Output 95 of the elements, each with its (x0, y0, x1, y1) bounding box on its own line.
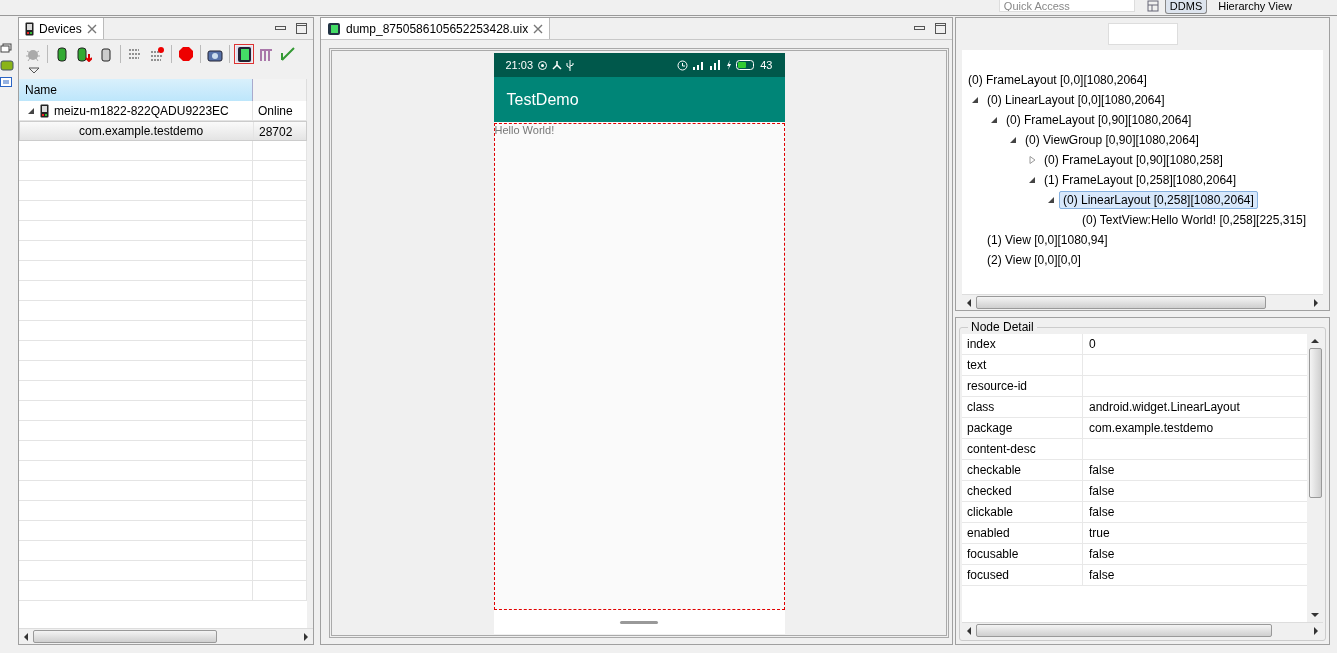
property-value: false (1088, 504, 1116, 521)
group-title: Node Detail (968, 320, 1037, 334)
horizontal-scrollbar[interactable] (19, 628, 313, 644)
trash-icon[interactable] (98, 46, 114, 62)
home-handle[interactable] (620, 620, 658, 624)
property-value: false (1088, 483, 1116, 500)
device-name: com.example.testdemo (79, 124, 204, 138)
check-icon[interactable] (280, 46, 296, 62)
table-cell: Online (253, 101, 307, 120)
alarm-icon (677, 59, 689, 71)
robot-icon[interactable] (0, 59, 14, 71)
property-name: text (962, 355, 1083, 375)
hotspot-icon (537, 59, 549, 71)
screen-dump-icon (327, 21, 341, 36)
close-icon[interactable] (533, 23, 544, 34)
property-name: class (962, 397, 1083, 417)
maximize-icon[interactable] (296, 23, 307, 34)
property-name: index (962, 334, 1083, 354)
cylinder-icon[interactable] (54, 46, 70, 62)
expand-icon[interactable] (1028, 176, 1036, 184)
left-arrow-icon[interactable] (966, 298, 972, 307)
property-value: 0 (1088, 336, 1097, 353)
tree-node[interactable]: (0) FrameLayout [0,0][1080,2064] (964, 71, 1151, 89)
charging-icon (726, 60, 733, 70)
phone-icon (40, 103, 49, 118)
right-arrow-icon[interactable] (303, 632, 309, 641)
expand-icon[interactable] (971, 96, 979, 104)
right-arrow-icon[interactable] (1313, 298, 1319, 307)
device-screen-icon[interactable] (236, 46, 252, 62)
search-field[interactable]: Quick Access (998, 0, 1135, 12)
property-value: false (1088, 546, 1116, 563)
perspective-button[interactable]: Hierarchy View (1213, 0, 1297, 14)
expand-icon[interactable] (1047, 196, 1055, 204)
property-value: false (1088, 462, 1116, 479)
layout-icon[interactable] (1146, 0, 1159, 12)
property-value: com.example.testdemo (1088, 420, 1215, 437)
horizontal-scrollbar[interactable] (962, 622, 1323, 638)
collapse-icon[interactable] (1028, 156, 1036, 164)
panel-tab[interactable]: dump_8750586105652253428.uix (321, 18, 551, 39)
panel-tab[interactable]: Devices (19, 18, 104, 39)
status-time: 21:03 (505, 59, 534, 71)
vertical-scrollbar[interactable] (1307, 334, 1323, 622)
property-name: enabled (962, 523, 1083, 543)
property-name: checked (962, 481, 1083, 501)
monitor-icon[interactable] (0, 77, 12, 89)
tree-node[interactable]: (0) LinearLayout [0,258][1080,2064] (1059, 191, 1258, 209)
property-name: package (962, 418, 1083, 438)
stop-icon[interactable] (178, 46, 194, 62)
restore-icon[interactable] (0, 43, 12, 53)
up-arrow-icon[interactable] (1311, 338, 1319, 344)
expand-icon[interactable] (27, 106, 35, 115)
bars-icon[interactable] (258, 46, 274, 62)
property-value: true (1088, 525, 1111, 542)
tree-node[interactable]: (1) FrameLayout [0,258][1080,2064] (1040, 171, 1241, 189)
expand-icon[interactable] (1009, 136, 1017, 144)
tree-node[interactable]: (0) FrameLayout [0,90][1080,258] (1040, 151, 1227, 169)
app-title: TestDemo (493, 77, 785, 122)
signal-icon (692, 60, 706, 70)
perspective-button[interactable]: DDMS (1164, 0, 1208, 14)
toolbar-field[interactable] (1107, 23, 1178, 45)
close-icon[interactable] (86, 23, 97, 34)
tree-node[interactable]: (1) View [0,0][1080,94] (983, 231, 1112, 249)
property-value: android.widget.LinearLayout (1088, 399, 1241, 416)
tab-title: dump_8750586105652253428.uix (346, 21, 529, 36)
tab-title: Devices (39, 21, 82, 36)
maximize-icon[interactable] (935, 23, 946, 34)
left-arrow-icon[interactable] (966, 626, 972, 635)
battery-icon (736, 60, 757, 70)
property-name: resource-id (962, 376, 1083, 396)
property-name: content-desc (962, 439, 1083, 459)
usb-icon (566, 59, 575, 71)
right-arrow-icon[interactable] (1313, 626, 1319, 635)
hello-text: Hello World! (494, 124, 555, 136)
tree-node[interactable]: (0) LinearLayout [0,0][1080,2064] (983, 91, 1169, 109)
property-name: focusable (962, 544, 1083, 564)
signal-icon (709, 60, 723, 70)
down-arrow-icon[interactable] (1311, 612, 1319, 618)
table-cell: 28702 (254, 122, 307, 140)
device-name: meizu-m1822-822QADU9223EC (54, 103, 229, 118)
property-value: false (1088, 567, 1116, 584)
table-row[interactable]: com.example.testdemo 28702 (19, 121, 307, 141)
phone-icon (25, 21, 34, 36)
tree-node[interactable]: (0) TextView:Hello World! [0,258][225,315] (1078, 211, 1311, 229)
tree-node[interactable]: (0) ViewGroup [0,90][1080,2064] (1021, 131, 1203, 149)
tree-node[interactable]: (2) View [0,0][0,0] (983, 251, 1085, 269)
tree-node[interactable]: (0) FrameLayout [0,90][1080,2064] (1002, 111, 1196, 129)
property-name: clickable (962, 502, 1083, 522)
column-header[interactable]: Name (19, 79, 253, 101)
expand-icon[interactable] (990, 116, 998, 124)
battery-percent: 43 (760, 59, 773, 71)
cylinder-arrow-icon[interactable] (76, 46, 92, 62)
property-name: focused (962, 565, 1083, 585)
property-name: checkable (962, 460, 1083, 480)
left-arrow-icon[interactable] (23, 632, 29, 641)
network-icon (552, 60, 563, 70)
